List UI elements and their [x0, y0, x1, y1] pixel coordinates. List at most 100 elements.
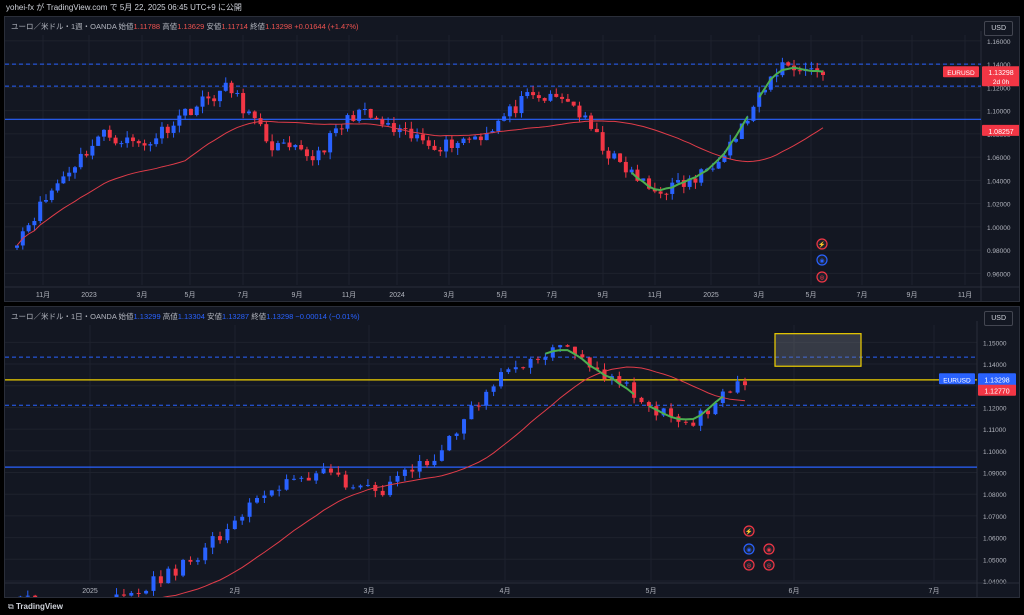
daily-symbol-info: ユーロ／米ドル・1日・OANDA 始値1.13299 高値1.13304 安値1…: [11, 311, 360, 322]
candle-body: [716, 161, 721, 169]
daily-title: ユーロ／米ドル・1日・OANDA: [11, 312, 117, 321]
candle-body: [275, 143, 280, 151]
candle-body: [447, 435, 452, 451]
candle-body: [142, 143, 147, 146]
candle-body: [246, 111, 251, 114]
time-axis-label: 11月: [648, 291, 662, 299]
time-axis-label: 7月: [857, 291, 868, 299]
price-tag-value: 1.13298: [984, 377, 1009, 384]
time-axis-label: 7月: [547, 291, 558, 299]
candle-body: [386, 123, 391, 125]
candle-body: [577, 105, 582, 118]
candle-body: [181, 559, 186, 576]
candle-body: [560, 96, 565, 99]
event-icon-glyph: ◉: [819, 259, 824, 265]
candle-body: [676, 179, 681, 183]
candle-body: [506, 369, 511, 373]
candle-body: [247, 502, 252, 517]
weekly-chart-panel[interactable]: 1.160001.140001.120001.100001.080001.060…: [4, 16, 1020, 302]
candle-body: [554, 93, 559, 97]
candle-body: [455, 143, 460, 148]
time-axis-label: 2024: [389, 292, 405, 299]
candle-body: [217, 90, 222, 102]
time-axis-label: 11月: [36, 291, 50, 299]
candle-body: [786, 62, 791, 66]
candle-body: [594, 128, 599, 133]
time-axis-label: 9月: [907, 291, 918, 299]
candle-body: [646, 402, 651, 407]
time-axis-label: 4月: [500, 587, 511, 595]
candle-body: [328, 468, 333, 473]
time-axis-label: 7月: [238, 291, 249, 299]
trend-overlay-line: [648, 395, 724, 421]
daily-chart-svg[interactable]: 1.150001.140001.130001.120001.110001.100…: [5, 307, 1020, 598]
price-axis-label: 1.09000: [983, 471, 1007, 478]
candle-body: [171, 125, 176, 133]
candle-body: [410, 469, 415, 472]
candle-body: [548, 93, 553, 101]
candle-body: [15, 245, 19, 248]
candle-body: [314, 473, 319, 481]
time-axis-label: 5月: [497, 291, 508, 299]
candle-body: [629, 169, 634, 173]
weekly-symbol-info: ユーロ／米ドル・1週・OANDA 始値1.11788 高値1.13629 安値1…: [11, 21, 359, 32]
candle-body: [513, 367, 518, 370]
candle-body: [287, 142, 292, 148]
candle-body: [25, 595, 30, 597]
candle-body: [403, 128, 408, 130]
tradingview-logo-icon: ⧉: [8, 602, 14, 611]
candle-body: [797, 70, 802, 72]
weekly-chart-svg[interactable]: 1.160001.140001.120001.100001.080001.060…: [5, 17, 1020, 302]
daily-close-label: 終値: [251, 312, 267, 321]
price-axis-label: 1.07000: [983, 514, 1007, 521]
candle-body: [328, 133, 333, 153]
weekly-high: 1.13629: [177, 22, 205, 31]
daily-high: 1.13304: [177, 312, 205, 321]
price-axis-label: 1.10000: [987, 109, 1011, 116]
price-axis-label: 1.06000: [987, 155, 1011, 162]
price-axis-label: 0.98000: [987, 248, 1011, 255]
candle-body: [751, 106, 756, 121]
candle-body: [357, 109, 362, 121]
price-axis-label: 1.02000: [987, 202, 1011, 209]
candle-body: [277, 489, 282, 491]
weekly-open: 1.11788: [133, 22, 161, 31]
candle-body: [107, 129, 112, 138]
candle-body: [469, 405, 474, 420]
daily-currency-button[interactable]: USD: [984, 311, 1013, 326]
candle-body: [683, 421, 688, 423]
candle-body: [358, 485, 363, 488]
candle-body: [722, 155, 727, 162]
candle-body: [368, 108, 373, 118]
time-axis-label: 3月: [754, 291, 765, 299]
candle-body: [61, 176, 66, 184]
candle-body: [165, 126, 170, 133]
time-axis-label: 3月: [444, 291, 455, 299]
candle-body: [333, 128, 338, 134]
daily-chart-panel[interactable]: 1.150001.140001.130001.120001.110001.100…: [4, 306, 1020, 598]
candle-body: [159, 126, 164, 139]
candle-body: [78, 153, 83, 168]
candle-body: [438, 149, 443, 152]
tradingview-brand: TradingView: [15, 602, 63, 611]
candle-body: [101, 129, 106, 137]
candle-body: [241, 93, 246, 114]
candle-body: [531, 92, 536, 96]
candle-body: [43, 200, 48, 202]
event-icon-glyph: ⊜: [819, 276, 824, 282]
candle-body: [321, 468, 326, 474]
event-icon-glyph: ⊜: [746, 564, 751, 570]
candle-body: [339, 128, 344, 130]
candle-body: [345, 115, 350, 129]
candle-body: [148, 144, 153, 146]
candle-body: [745, 120, 750, 124]
candle-body: [491, 386, 496, 392]
daily-low: 1.13287: [221, 312, 250, 321]
candle-body: [462, 419, 467, 434]
candle-body: [362, 108, 367, 110]
price-axis-label: 1.14000: [983, 362, 1007, 369]
candle-body: [623, 161, 628, 173]
price-axis-label: 1.16000: [987, 39, 1011, 46]
candle-body: [188, 108, 193, 116]
weekly-currency-button[interactable]: USD: [984, 21, 1013, 36]
